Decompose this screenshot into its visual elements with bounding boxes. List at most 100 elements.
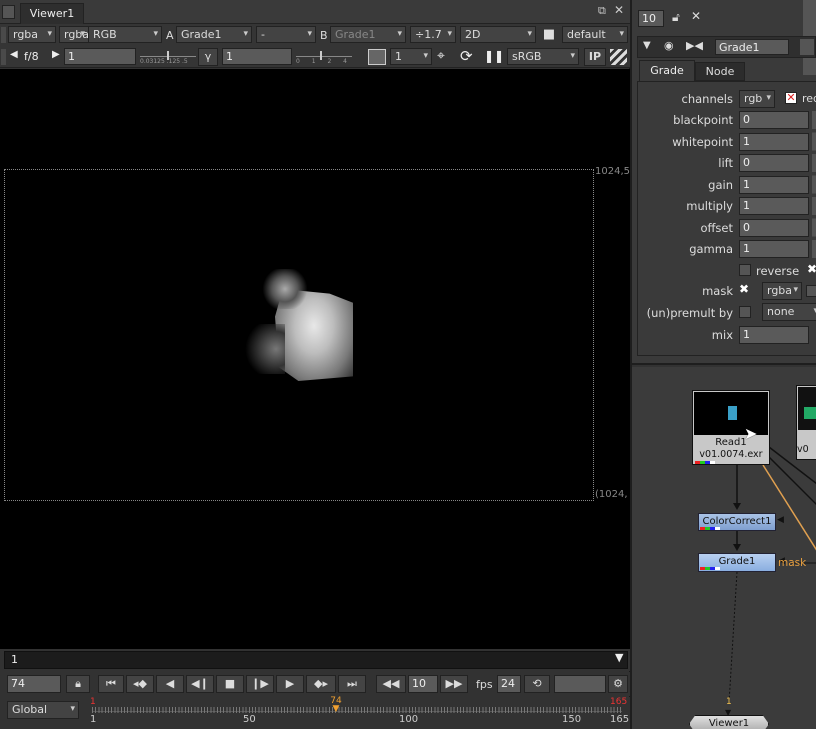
channel-select-2[interactable]: rgba bbox=[59, 26, 89, 43]
proxy-select[interactable]: 1 bbox=[390, 48, 432, 65]
gamma-slider[interactable]: 0 1 2 4 bbox=[296, 48, 352, 65]
properties-panel: 10 🔓︎ ✕ ▼ ◉ ▶◀ Grade1 Grade Node channel… bbox=[631, 0, 816, 365]
frame-range-dropdown-icon[interactable]: ▼ bbox=[615, 651, 623, 664]
b-input-select[interactable]: Grade1 bbox=[330, 26, 406, 43]
playback-range-field[interactable] bbox=[554, 675, 606, 693]
fstop-right-arrow-icon[interactable]: ▶ bbox=[52, 49, 60, 60]
play-forward-icon[interactable]: ▶ bbox=[276, 675, 304, 693]
reverse-checkbox[interactable] bbox=[739, 264, 751, 276]
red-channel-checkbox-icon[interactable]: ✕ bbox=[785, 92, 797, 104]
first-frame-icon[interactable]: ⏮ bbox=[98, 675, 124, 693]
unpremult-checkbox[interactable] bbox=[739, 306, 751, 318]
tab-node[interactable]: Node bbox=[695, 62, 745, 81]
channel-select-1[interactable]: rgba bbox=[8, 26, 56, 43]
mix-field[interactable]: 1 bbox=[739, 326, 809, 344]
node-name-field[interactable]: Grade1 bbox=[715, 39, 789, 55]
timeline-scope-select[interactable]: Global bbox=[7, 701, 79, 719]
loop-icon[interactable]: ⟲ bbox=[524, 675, 550, 693]
node-header: ▼ ◉ ▶◀ Grade1 bbox=[637, 36, 816, 58]
float-panel-icon[interactable]: ⧉ bbox=[598, 4, 606, 18]
close-panel-icon[interactable]: ✕ bbox=[614, 3, 624, 17]
playhead[interactable]: 74 ▼ bbox=[326, 697, 346, 714]
out-marker[interactable]: 165 bbox=[610, 697, 627, 707]
gamma-value-field[interactable]: 1 bbox=[739, 240, 809, 258]
node-color-icon[interactable]: ▶◀ bbox=[686, 39, 703, 52]
mask-invert-checkbox[interactable] bbox=[806, 285, 816, 297]
multiply-field[interactable]: 1 bbox=[739, 197, 809, 215]
mask-channel-select[interactable]: rgba bbox=[762, 282, 802, 300]
tab-viewer1[interactable]: Viewer1 bbox=[20, 3, 84, 24]
reverse-extra-checkbox-icon[interactable]: ✖ bbox=[807, 262, 816, 276]
timeline-settings-icon[interactable]: ⚙ bbox=[608, 675, 628, 693]
colorspace-select[interactable]: RGB bbox=[88, 26, 162, 43]
whitepoint-field[interactable]: 1 bbox=[739, 133, 809, 151]
clear-panels-icon[interactable]: ✕ bbox=[691, 9, 701, 23]
channels-select[interactable]: rgb bbox=[739, 90, 775, 108]
lift-field[interactable]: 0 bbox=[739, 154, 809, 172]
gamma-label-prop: gamma bbox=[689, 242, 733, 256]
crosshair-icon[interactable]: ⌖ bbox=[437, 48, 445, 64]
gamma-field[interactable]: 1 bbox=[222, 48, 292, 65]
whitepoint-label: whitepoint bbox=[672, 135, 733, 149]
viewer-input-number: 1 bbox=[726, 697, 732, 707]
camera-icon[interactable]: ■ bbox=[540, 27, 558, 43]
arrow-read-to-colorcorrect bbox=[733, 503, 741, 510]
blackpoint-field[interactable]: 0 bbox=[739, 111, 809, 129]
panel-menu-icon[interactable] bbox=[2, 5, 15, 19]
colorcorrect-mask-arrow-icon: ◀ bbox=[777, 515, 784, 525]
viewer-node[interactable]: Viewer1 bbox=[689, 715, 769, 729]
gamma-label[interactable]: γ bbox=[198, 48, 218, 66]
step-forward-increment-icon[interactable]: ▶▶ bbox=[440, 675, 468, 693]
node-graph[interactable]: Read1 v01.0074.exr ➤ v0 ColorCorrect1 ◀ … bbox=[631, 367, 816, 729]
gain-value-field[interactable]: 1 bbox=[739, 176, 809, 194]
last-frame-icon[interactable]: ⏭ bbox=[338, 675, 366, 693]
center-node-icon[interactable]: ◉ bbox=[664, 39, 674, 52]
read-node[interactable]: Read1 v01.0074.exr bbox=[692, 390, 770, 465]
gain-field[interactable]: 1 bbox=[64, 48, 136, 65]
fstop-left-arrow-icon[interactable]: ◀ bbox=[10, 49, 18, 60]
lock-panels-icon[interactable]: 🔓︎ bbox=[672, 10, 680, 25]
tab-grade[interactable]: Grade bbox=[639, 60, 695, 81]
unpremult-select[interactable]: none bbox=[762, 303, 816, 321]
roi-icon[interactable] bbox=[368, 49, 386, 65]
gain-slider[interactable]: 0.03125 .125 .5 bbox=[140, 48, 196, 65]
a-input-select[interactable]: Grade1 bbox=[176, 26, 252, 43]
lock-icon[interactable]: 🔒︎ bbox=[66, 675, 90, 693]
view-mode-select[interactable]: 2D bbox=[460, 26, 536, 43]
wipe-icon[interactable] bbox=[610, 49, 627, 65]
in-marker[interactable]: 1 bbox=[90, 697, 96, 707]
pause-icon[interactable]: ❚❚ bbox=[484, 49, 504, 65]
step-back-increment-icon[interactable]: ◀◀ bbox=[376, 675, 406, 693]
node-options-icon[interactable] bbox=[800, 39, 814, 55]
timeline-track[interactable]: 1 165 74 ▼ 1 50 100 150 165 bbox=[90, 697, 629, 727]
previous-keyframe-icon[interactable]: ◂◆ bbox=[126, 675, 154, 693]
next-keyframe-icon[interactable]: ◆▸ bbox=[306, 675, 336, 693]
current-frame-field[interactable]: 74 bbox=[7, 675, 61, 693]
tick-label-1: 1 bbox=[90, 714, 97, 725]
connection-orange bbox=[762, 464, 816, 551]
step-forward-icon[interactable]: ❙▶ bbox=[246, 675, 274, 693]
refresh-icon[interactable]: ⟳ bbox=[460, 47, 473, 65]
read-node-2[interactable]: v0 bbox=[796, 385, 816, 460]
offset-field[interactable]: 0 bbox=[739, 219, 809, 237]
max-panels-field[interactable]: 10 bbox=[638, 10, 664, 27]
viewer-canvas[interactable]: 1024,5 (1024, bbox=[0, 69, 630, 649]
a-input-label: A bbox=[166, 29, 174, 42]
reverse-label: reverse bbox=[756, 264, 800, 278]
display-lut-select[interactable]: sRGB bbox=[507, 48, 579, 65]
step-backward-icon[interactable]: ◀❙ bbox=[186, 675, 214, 693]
stop-icon[interactable]: ■ bbox=[216, 675, 244, 693]
fps-field[interactable]: 24 bbox=[497, 675, 521, 693]
frame-range-input[interactable]: 1 bbox=[4, 651, 628, 669]
composite-select[interactable]: - bbox=[256, 26, 316, 43]
tick-label-150: 150 bbox=[562, 714, 582, 725]
lut-select[interactable]: default bbox=[562, 26, 628, 43]
increment-field[interactable]: 10 bbox=[408, 675, 438, 693]
mask-checkbox-icon[interactable]: ✖ bbox=[739, 282, 749, 296]
panel-divider[interactable] bbox=[630, 0, 632, 729]
fstop-label[interactable]: f/8 bbox=[24, 50, 39, 63]
downscale-select[interactable]: ÷1.7 bbox=[410, 26, 456, 43]
play-backward-icon[interactable]: ◀ bbox=[156, 675, 184, 693]
collapse-icon[interactable]: ▼ bbox=[643, 40, 651, 51]
input-process-button[interactable]: IP bbox=[584, 48, 606, 66]
